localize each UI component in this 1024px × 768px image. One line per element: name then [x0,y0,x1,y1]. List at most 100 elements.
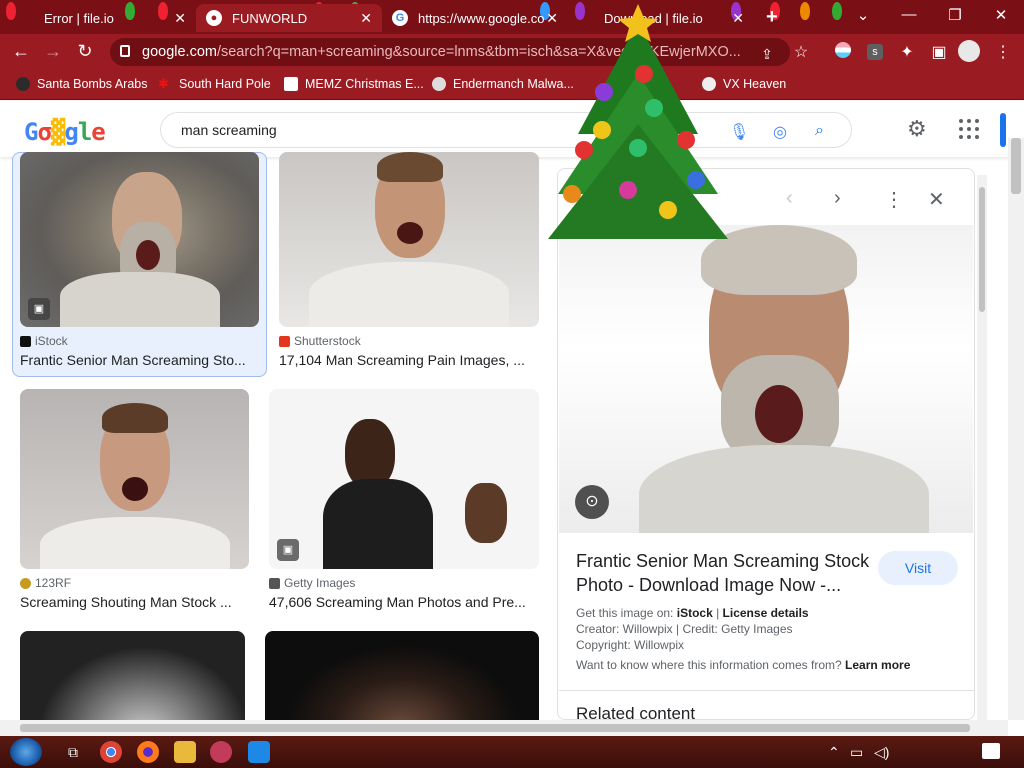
network-icon[interactable]: ▭ [850,744,863,761]
bookmark-label: VX Heaven [723,77,787,91]
result-thumbnail[interactable] [279,152,539,327]
result-title[interactable]: Frantic Senior Man Screaming Sto... [20,352,248,368]
source-label: Shutterstock [294,334,361,348]
result-thumbnail[interactable]: ▣ [269,389,539,569]
visit-button[interactable]: Visit [878,551,958,585]
lens-search-icon[interactable]: ⊙ [575,485,609,519]
result-thumbnail[interactable]: ▣ [20,152,259,327]
more-options-icon[interactable]: ⋮ [884,187,904,212]
page-scrollbar-thumb[interactable] [1011,138,1021,194]
close-tab-icon[interactable]: ✕ [174,10,186,27]
share-icon[interactable]: ⇪ [756,46,778,63]
skull-icon [432,77,446,91]
new-tab-button[interactable]: + [766,6,778,29]
get-image-source-link[interactable]: iStock [677,606,713,620]
apps-grid-icon[interactable] [959,119,979,139]
chrome-taskbar-icon[interactable] [100,741,122,763]
back-arrow-icon[interactable]: ← [10,41,32,62]
forward-arrow-icon[interactable]: → [42,41,64,62]
tab-search-chevron-icon[interactable]: ⌄ [848,6,878,24]
google-logo[interactable]: Gσ▓gle [24,118,106,146]
next-chevron-icon[interactable]: › [834,187,841,210]
bookmark-santa-bombs-arabs[interactable]: Santa Bombs Arabs [16,77,147,91]
tab-google[interactable]: G https://www.google.co ✕ [382,4,568,32]
result-thumbnail[interactable] [20,631,245,726]
tab-strip: Error | file.io ✕ ● FUNWORLD ✕ G https:/… [0,0,1024,34]
reload-icon[interactable]: ↻ [74,41,96,62]
volume-icon[interactable]: ◁) [874,744,889,761]
panel-scrollbar[interactable] [977,175,987,720]
url-host: google.com [142,44,217,60]
light-bulb-icon [832,2,842,20]
profile-avatar-icon[interactable] [958,40,980,67]
restore-icon[interactable]: ❐ [940,6,970,24]
start-button[interactable] [10,738,42,766]
get-image-line: Get this image on: iStock | License deta… [576,606,809,620]
close-tab-icon[interactable]: ✕ [360,10,372,27]
bookmark-memz-christmas[interactable]: MEMZ Christmas E... [284,77,424,91]
search-icon[interactable]: ⌕ [815,122,824,140]
preview-image[interactable]: ⊙ [559,225,973,533]
result-thumbnail[interactable] [265,631,539,726]
source-label: Getty Images [284,576,356,590]
app-taskbar-icon[interactable] [210,741,232,763]
extension-s-icon[interactable]: s [864,42,886,60]
previous-chevron-icon[interactable]: ‹ [786,187,793,210]
firefox-taskbar-icon[interactable] [137,741,159,763]
image-icon: ▣ [28,298,50,320]
search-input[interactable]: man screaming [181,122,277,138]
horizontal-scrollbar[interactable] [0,720,1008,736]
camera-lens-icon[interactable]: ◎ [773,122,787,142]
light-bulb-icon [800,2,810,20]
file-explorer-icon[interactable] [174,741,196,763]
bookmark-south-hard-pole[interactable]: ✱ South Hard Pole [158,77,271,92]
close-tab-icon[interactable]: ✕ [732,10,744,27]
tab-title: FUNWORLD [232,10,308,26]
sign-in-button[interactable] [1000,113,1006,147]
task-view-icon[interactable]: ⧉ [62,741,84,763]
page-scrollbar[interactable] [1008,138,1024,720]
divider [559,690,974,691]
result-thumbnail[interactable] [20,389,249,569]
bookmark-star-icon[interactable]: ☆ [790,42,812,62]
side-panel-icon[interactable]: ▣ [928,42,950,62]
getty-images-icon [269,577,280,589]
tab-funworld[interactable]: ● FUNWORLD ✕ [196,4,382,32]
shutterstock-icon [279,335,290,347]
page-icon [284,77,298,91]
person-icon [16,77,30,91]
preview-title[interactable]: Frantic Senior Man Screaming Stock Photo… [576,549,876,597]
istock-icon [20,335,31,347]
tab-title: Error | file.io [44,10,114,26]
menu-kebab-icon[interactable]: ⋮ [992,42,1014,62]
minimize-icon[interactable]: — [894,6,924,23]
microphone-icon[interactable]: 🎙 [729,122,749,142]
teamviewer-icon[interactable] [248,741,270,763]
action-center-icon[interactable] [982,743,1000,759]
horizontal-scrollbar-thumb[interactable] [20,724,970,732]
result-title[interactable]: 17,104 Man Screaming Pain Images, ... [279,352,529,368]
license-details-link[interactable]: License details [723,606,809,620]
show-hidden-icons-chevron[interactable]: ⌃ [828,744,840,761]
result-title[interactable]: 47,606 Screaming Man Photos and Pre... [269,594,529,610]
browser-toolbar: ← → ↻ google.com/search?q=man+screaming&… [0,34,1024,70]
close-icon[interactable]: ✕ [928,187,945,212]
search-box[interactable]: man screaming 🎙 ◎ ⌕ [160,112,852,148]
bookmarks-bar: Santa Bombs Arabs ✱ South Hard Pole MEMZ… [0,70,1024,100]
extensions-puzzle-icon[interactable]: ✦ [896,42,918,62]
settings-gear-icon[interactable]: ⚙ [907,116,927,142]
lock-icon[interactable] [120,45,130,57]
info-question: Want to know where this information come… [576,658,842,672]
tab-error-fileio[interactable]: Error | file.io ✕ [0,4,196,32]
image-icon: ▣ [277,539,299,561]
result-source: Getty Images [269,576,355,590]
extension-flag-icon[interactable] [832,42,854,63]
google-g-icon: G [392,10,408,26]
result-title[interactable]: Screaming Shouting Man Stock ... [20,594,238,610]
result-source: Shutterstock [279,334,361,348]
panel-scrollbar-thumb[interactable] [979,187,985,312]
google-header: Gσ▓gle man screaming 🎙 ◎ ⌕ ⚙ [0,101,1024,157]
learn-more-link[interactable]: Learn more [845,658,910,672]
close-window-icon[interactable]: ✕ [986,6,1016,24]
info-source-line: Want to know where this information come… [576,658,910,672]
